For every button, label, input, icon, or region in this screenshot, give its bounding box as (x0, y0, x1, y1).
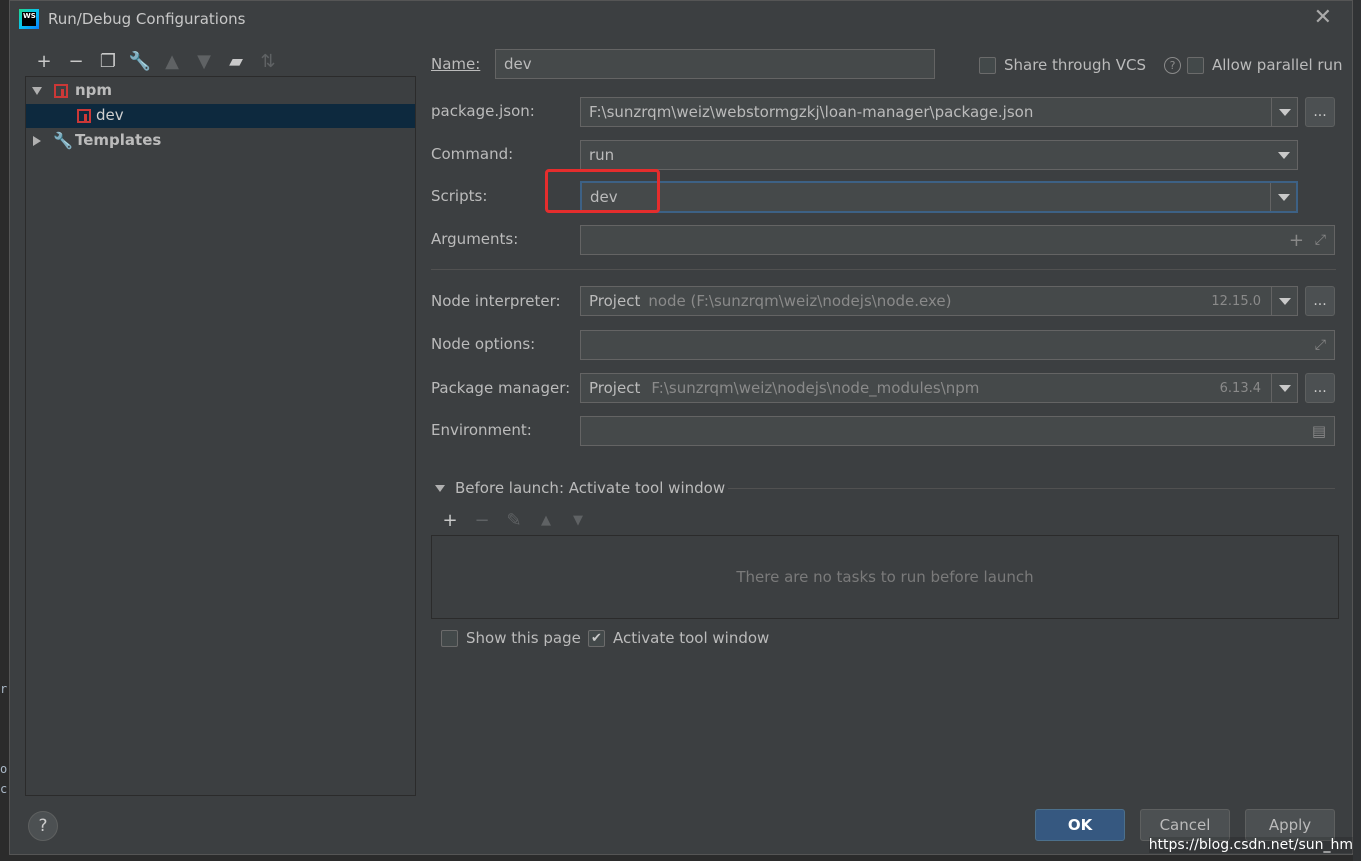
show-page-label: Show this page (466, 629, 581, 647)
package-manager-version: 6.13.4 (1219, 380, 1261, 396)
share-vcs-checkbox[interactable]: Share through VCS ? (979, 56, 1182, 74)
project-tag: Project (589, 379, 641, 397)
browse-package-manager-button[interactable]: ... (1305, 373, 1335, 403)
scripts-label: Scripts: (431, 187, 488, 205)
checkbox-box[interactable] (441, 629, 458, 647)
package-json-value: F:\sunzrqm\weiz\webstormgzkj\loan-manage… (589, 103, 1034, 121)
package-manager-label: Package manager: (431, 379, 571, 397)
background-char: r (0, 682, 8, 696)
checkbox-box[interactable] (1187, 56, 1204, 74)
tree-item-templates[interactable]: 🔧 Templates (26, 129, 415, 153)
background-char: o (0, 762, 8, 776)
empty-tasks-text: There are no tasks to run before launch (736, 568, 1034, 586)
collapse-arrow-icon[interactable] (435, 484, 445, 492)
edit-icon[interactable]: ✎ (498, 508, 530, 532)
dropdown-arrow-icon[interactable] (1270, 183, 1296, 211)
config-tree: npm dev 🔧 Templates (25, 76, 416, 796)
package-manager-path: F:\sunzrqm\weiz\nodejs\node_modules\npm (651, 379, 980, 397)
browse-node-button[interactable]: ... (1305, 286, 1335, 316)
tree-item-label: dev (96, 106, 124, 124)
npm-icon (54, 84, 68, 98)
new-folder-icon[interactable]: ▰ (220, 49, 252, 73)
webstorm-logo-icon: WS (19, 9, 39, 29)
title-bar: WS Run/Debug Configurations ✕ (10, 1, 1352, 37)
move-up-icon[interactable]: ▲ (156, 49, 188, 73)
package-json-combo[interactable]: F:\sunzrqm\weiz\webstormgzkj\loan-manage… (580, 97, 1298, 127)
node-interpreter-combo[interactable]: Project node (F:\sunzrqm\weiz\nodejs\nod… (580, 286, 1298, 316)
share-vcs-label: Share through VCS (1004, 56, 1147, 74)
remove-icon[interactable]: − (466, 508, 498, 532)
dropdown-arrow-icon[interactable] (1271, 98, 1297, 126)
dialog-title: Run/Debug Configurations (48, 10, 246, 28)
wrench-icon: 🔧 (53, 131, 73, 150)
command-combo[interactable]: run (580, 140, 1298, 170)
run-debug-dialog: WS Run/Debug Configurations ✕ + − ❐ 🔧 ▲ … (9, 0, 1353, 855)
scripts-combo[interactable]: dev (580, 181, 1298, 213)
package-manager-combo[interactable]: Project F:\sunzrqm\weiz\nodejs\node_modu… (580, 373, 1298, 403)
allow-parallel-checkbox[interactable]: Allow parallel run (1187, 56, 1343, 74)
before-launch-task-list: There are no tasks to run before launch (431, 535, 1339, 619)
checkbox-box[interactable] (979, 56, 996, 74)
background-ide-strip-right (1353, 0, 1361, 861)
sort-icon[interactable]: ⇅ (252, 49, 284, 73)
background-ide-strip: r o c (0, 0, 9, 861)
dropdown-arrow-icon[interactable] (1271, 141, 1297, 169)
allow-parallel-label: Allow parallel run (1212, 56, 1343, 74)
document-icon[interactable]: ▤ (1312, 422, 1326, 440)
checkmark-icon[interactable]: ✔ (588, 629, 605, 647)
close-icon[interactable]: ✕ (1314, 7, 1332, 29)
arguments-label: Arguments: (431, 230, 519, 248)
node-path: node (F:\sunzrqm\weiz\nodejs\node.exe) (648, 292, 952, 310)
separator (728, 488, 1335, 489)
move-down-icon[interactable]: ▼ (562, 508, 594, 532)
npm-icon (77, 109, 91, 123)
arguments-input[interactable]: + ⤢ (580, 225, 1335, 255)
add-icon[interactable]: + (1289, 230, 1304, 251)
project-tag: Project (589, 292, 641, 310)
tree-item-label: npm (75, 81, 113, 99)
browse-package-json-button[interactable]: ... (1305, 97, 1335, 127)
before-launch-title: Before launch: Activate tool window (455, 479, 726, 497)
config-toolbar: + − ❐ 🔧 ▲ ▼ ▰ ⇅ (28, 49, 284, 73)
ok-button[interactable]: OK (1035, 809, 1125, 841)
add-icon[interactable]: + (434, 508, 466, 532)
tree-item-npm[interactable]: npm (26, 79, 415, 103)
highlight-annotation-box (545, 169, 660, 213)
environment-label: Environment: (431, 421, 532, 439)
node-options-input[interactable]: ⤢ (580, 330, 1335, 360)
background-char: c (0, 782, 8, 796)
move-up-icon[interactable]: ▲ (530, 508, 562, 532)
command-value: run (589, 146, 615, 164)
activate-tool-window-checkbox[interactable]: ✔ Activate tool window (588, 629, 769, 647)
node-interpreter-label: Node interpreter: (431, 292, 561, 310)
remove-icon[interactable]: − (60, 49, 92, 73)
tree-item-label: Templates (75, 131, 162, 149)
expand-icon[interactable]: ⤢ (1315, 337, 1326, 353)
move-down-icon[interactable]: ▼ (188, 49, 220, 73)
node-version: 12.15.0 (1211, 293, 1261, 309)
command-label: Command: (431, 145, 514, 163)
environment-input[interactable]: ▤ (580, 416, 1335, 446)
before-launch-header[interactable]: Before launch: Activate tool window (435, 479, 725, 497)
help-button[interactable]: ? (28, 811, 58, 841)
show-page-checkbox[interactable]: Show this page (441, 629, 581, 647)
before-launch-toolbar: + − ✎ ▲ ▼ (434, 508, 594, 532)
activate-label: Activate tool window (613, 629, 770, 647)
collapse-arrow-icon[interactable] (32, 87, 42, 95)
question-icon[interactable]: ? (1164, 56, 1182, 74)
wrench-icon[interactable]: 🔧 (124, 49, 156, 73)
name-input[interactable]: dev (495, 49, 935, 79)
add-icon[interactable]: + (28, 49, 60, 73)
expand-icon[interactable]: ⤢ (1315, 232, 1326, 248)
watermark-text: https://blog.csdn.net/sun_hm (1148, 837, 1353, 853)
node-options-label: Node options: (431, 335, 536, 353)
dropdown-arrow-icon[interactable] (1271, 287, 1297, 315)
separator (431, 269, 1336, 270)
copy-icon[interactable]: ❐ (92, 49, 124, 73)
package-json-label: package.json: (431, 102, 535, 120)
expand-arrow-icon[interactable] (33, 136, 41, 146)
tree-item-dev[interactable]: dev (26, 104, 415, 128)
dropdown-arrow-icon[interactable] (1271, 374, 1297, 402)
name-label: Name: (431, 55, 481, 73)
